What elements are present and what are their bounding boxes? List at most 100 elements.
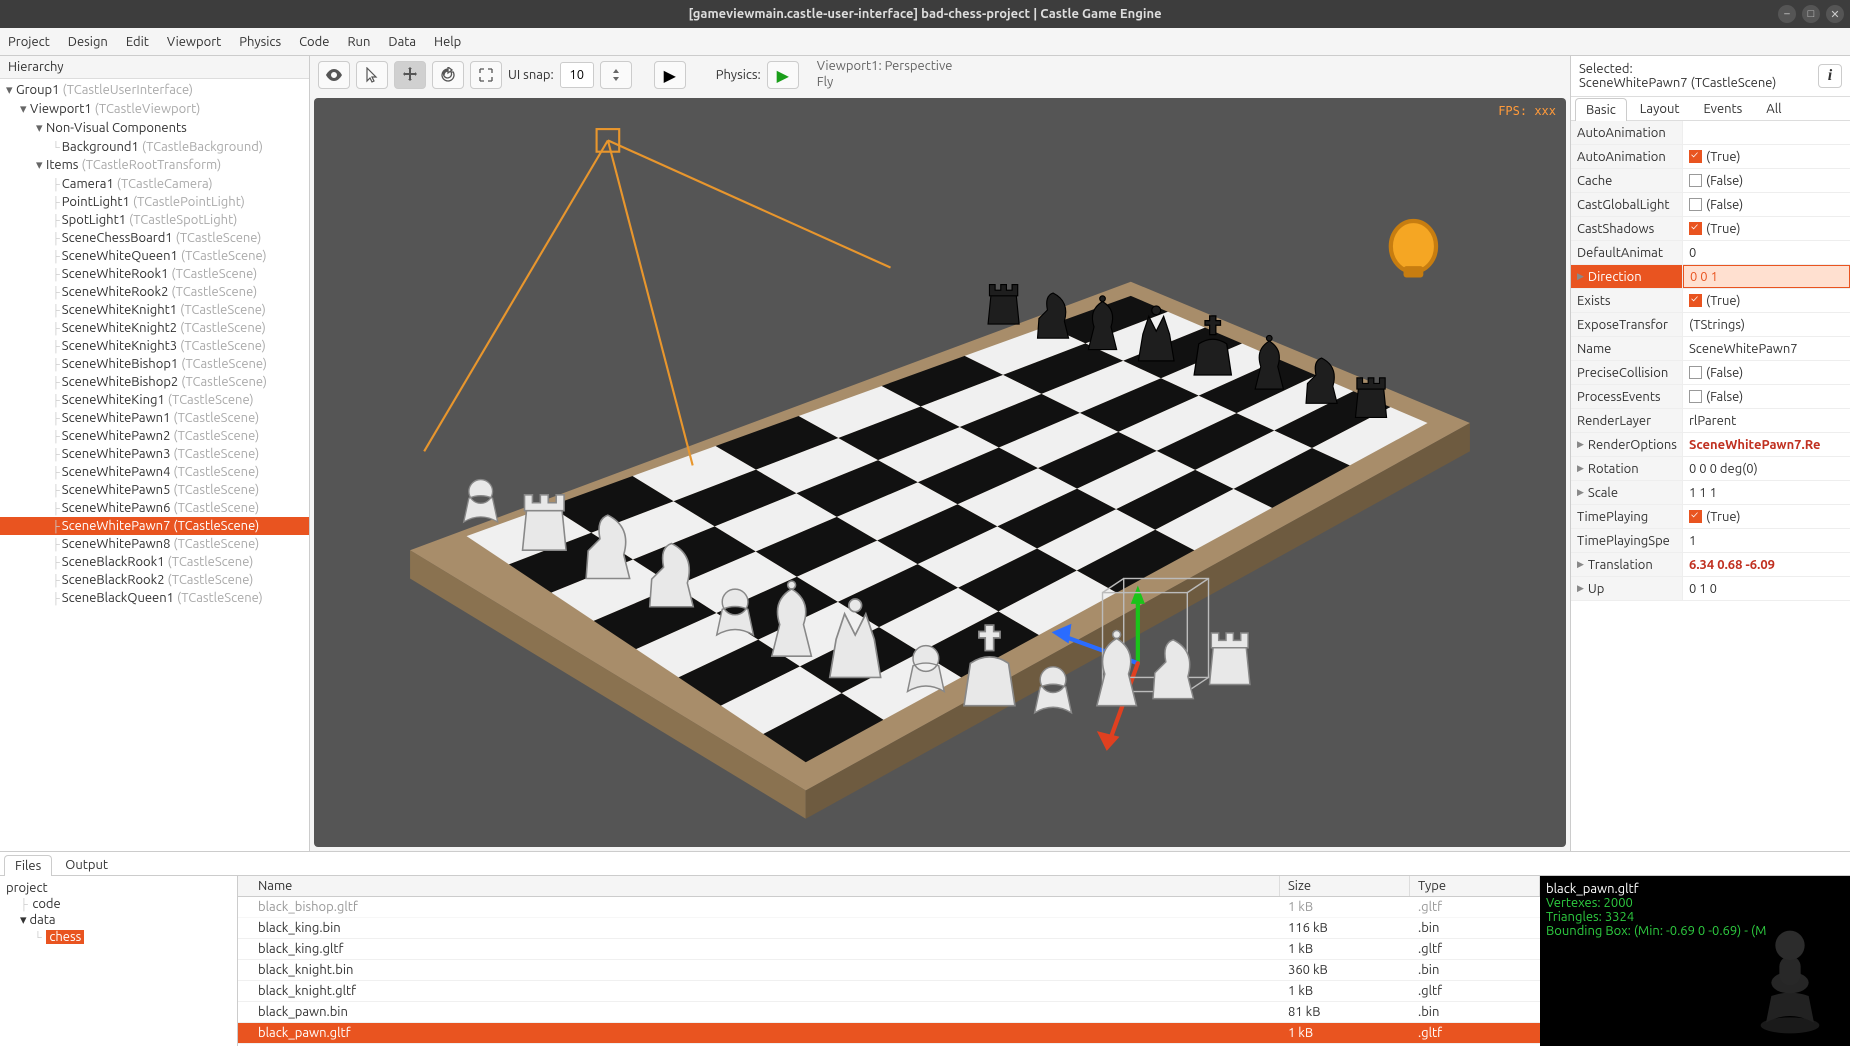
- prop-row[interactable]: NameSceneWhitePawn7: [1571, 337, 1850, 361]
- prop-row[interactable]: ExposeTransfor(TStrings): [1571, 313, 1850, 337]
- prop-row[interactable]: ▶Direction0 0 1: [1571, 265, 1850, 289]
- prop-row[interactable]: AutoAnimation (True): [1571, 145, 1850, 169]
- inspector-tab-basic[interactable]: Basic: [1575, 98, 1627, 121]
- checkbox-icon[interactable]: [1689, 294, 1702, 307]
- checkbox-icon[interactable]: [1689, 366, 1702, 379]
- menu-code[interactable]: Code: [299, 35, 329, 49]
- prop-row[interactable]: CastShadows (True): [1571, 217, 1850, 241]
- prop-row[interactable]: PreciseCollision (False): [1571, 361, 1850, 385]
- hierarchy-item[interactable]: ├SceneBlackRook1 (TCastleScene): [0, 553, 309, 571]
- hierarchy-item[interactable]: ▾Non-Visual Components: [0, 119, 309, 138]
- hierarchy-tree[interactable]: ▾Group1 (TCastleUserInterface)▾Viewport1…: [0, 79, 309, 851]
- play-button[interactable]: ▶: [654, 61, 686, 89]
- file-row[interactable]: black_pawn.bin81 kB.bin: [238, 1002, 1540, 1023]
- bottom-tab-output[interactable]: Output: [54, 854, 119, 875]
- hierarchy-item[interactable]: ├SceneWhiteKnight1 (TCastleScene): [0, 301, 309, 319]
- hierarchy-item[interactable]: ▾Group1 (TCastleUserInterface): [0, 81, 309, 100]
- info-icon[interactable]: i: [1818, 64, 1842, 88]
- prop-row[interactable]: Cache (False): [1571, 169, 1850, 193]
- checkbox-icon[interactable]: [1689, 174, 1702, 187]
- hierarchy-item[interactable]: ├SceneChessBoard1 (TCastleScene): [0, 229, 309, 247]
- file-row[interactable]: black_knight.bin360 kB.bin: [238, 960, 1540, 981]
- ui-snap-input[interactable]: [560, 62, 594, 88]
- file-row[interactable]: black_pawn.gltf1 kB.gltf: [238, 1023, 1540, 1044]
- scale-tool-icon[interactable]: [470, 61, 502, 89]
- hierarchy-item[interactable]: ├SceneWhiteQueen1 (TCastleScene): [0, 247, 309, 265]
- close-icon[interactable]: ✕: [1826, 5, 1844, 23]
- hierarchy-item[interactable]: ├SceneWhitePawn6 (TCastleScene): [0, 499, 309, 517]
- prop-row[interactable]: TimePlaying (True): [1571, 505, 1850, 529]
- viewport-3d[interactable]: FPS: xxx: [314, 98, 1566, 847]
- rotate-tool-icon[interactable]: [432, 61, 464, 89]
- checkbox-icon[interactable]: [1689, 510, 1702, 523]
- file-row[interactable]: black_bishop.gltf1 kB.gltf: [238, 897, 1540, 918]
- dir-item[interactable]: project: [4, 880, 233, 896]
- snap-stepper-icon[interactable]: [600, 61, 632, 89]
- prop-row[interactable]: ▶Up0 1 0: [1571, 577, 1850, 601]
- menu-run[interactable]: Run: [347, 35, 370, 49]
- hierarchy-item[interactable]: ├SceneWhitePawn7 (TCastleScene): [0, 517, 309, 535]
- hierarchy-item[interactable]: ├SceneWhitePawn4 (TCastleScene): [0, 463, 309, 481]
- hierarchy-item[interactable]: ├SceneWhiteRook1 (TCastleScene): [0, 265, 309, 283]
- inspector-tab-events[interactable]: Events: [1692, 97, 1753, 120]
- hierarchy-item[interactable]: ├SceneWhiteRook2 (TCastleScene): [0, 283, 309, 301]
- move-tool-icon[interactable]: [394, 61, 426, 89]
- prop-row[interactable]: AutoAnimation: [1571, 121, 1850, 145]
- prop-row[interactable]: TimePlayingSpe1: [1571, 529, 1850, 553]
- bottom-tab-files[interactable]: Files: [4, 855, 52, 876]
- file-row[interactable]: black_knight.gltf1 kB.gltf: [238, 981, 1540, 1002]
- prop-row[interactable]: DefaultAnimat0: [1571, 241, 1850, 265]
- hierarchy-item[interactable]: ├Camera1 (TCastleCamera): [0, 175, 309, 193]
- property-grid[interactable]: AutoAnimationAutoAnimation (True)Cache (…: [1571, 121, 1850, 851]
- col-type[interactable]: Type: [1410, 876, 1540, 896]
- hierarchy-item[interactable]: ├SceneWhitePawn5 (TCastleScene): [0, 481, 309, 499]
- prop-row[interactable]: ▶Scale1 1 1: [1571, 481, 1850, 505]
- checkbox-icon[interactable]: [1689, 390, 1702, 403]
- checkbox-icon[interactable]: [1689, 198, 1702, 211]
- prop-row[interactable]: RenderLayerrlParent: [1571, 409, 1850, 433]
- hierarchy-item[interactable]: ├SceneWhitePawn2 (TCastleScene): [0, 427, 309, 445]
- dir-item[interactable]: ▾ data: [4, 912, 233, 929]
- minimize-icon[interactable]: –: [1778, 5, 1796, 23]
- prop-row[interactable]: ProcessEvents (False): [1571, 385, 1850, 409]
- hierarchy-item[interactable]: └Background1 (TCastleBackground): [0, 138, 309, 156]
- prop-row[interactable]: ▶Rotation0 0 0 deg(0): [1571, 457, 1850, 481]
- cursor-icon[interactable]: [356, 61, 388, 89]
- hierarchy-item[interactable]: ├SceneWhiteBishop1 (TCastleScene): [0, 355, 309, 373]
- inspector-tab-all[interactable]: All: [1755, 97, 1792, 120]
- hierarchy-item[interactable]: ├SceneBlackQueen1 (TCastleScene): [0, 589, 309, 607]
- inspector-tab-layout[interactable]: Layout: [1629, 97, 1691, 120]
- hierarchy-item[interactable]: ├SceneWhiteKing1 (TCastleScene): [0, 391, 309, 409]
- file-row[interactable]: black_king.bin116 kB.bin: [238, 918, 1540, 939]
- hierarchy-item[interactable]: ├SceneWhitePawn1 (TCastleScene): [0, 409, 309, 427]
- checkbox-icon[interactable]: [1689, 150, 1702, 163]
- menu-project[interactable]: Project: [8, 35, 50, 49]
- file-row[interactable]: black_king.gltf1 kB.gltf: [238, 939, 1540, 960]
- hierarchy-item[interactable]: ├SceneBlackRook2 (TCastleScene): [0, 571, 309, 589]
- menu-physics[interactable]: Physics: [239, 35, 281, 49]
- hierarchy-item[interactable]: ├SceneWhiteKnight3 (TCastleScene): [0, 337, 309, 355]
- prop-row[interactable]: ▶Translation6.34 0.68 -6.09: [1571, 553, 1850, 577]
- dir-item[interactable]: ├ code: [4, 896, 233, 912]
- menu-help[interactable]: Help: [434, 35, 461, 49]
- menu-data[interactable]: Data: [388, 35, 416, 49]
- hierarchy-item[interactable]: ▾Viewport1 (TCastleViewport): [0, 100, 309, 119]
- hierarchy-item[interactable]: ├SceneWhitePawn8 (TCastleScene): [0, 535, 309, 553]
- hierarchy-item[interactable]: ├PointLight1 (TCastlePointLight): [0, 193, 309, 211]
- checkbox-icon[interactable]: [1689, 222, 1702, 235]
- hierarchy-item[interactable]: ├SpotLight1 (TCastleSpotLight): [0, 211, 309, 229]
- col-size[interactable]: Size: [1280, 876, 1410, 896]
- menu-design[interactable]: Design: [68, 35, 108, 49]
- prop-row[interactable]: CastGlobalLight (False): [1571, 193, 1850, 217]
- hierarchy-item[interactable]: ├SceneWhiteBishop2 (TCastleScene): [0, 373, 309, 391]
- hierarchy-item[interactable]: ├SceneWhiteKnight2 (TCastleScene): [0, 319, 309, 337]
- hierarchy-item[interactable]: ├SceneWhitePawn3 (TCastleScene): [0, 445, 309, 463]
- file-table[interactable]: Name Size Type black_bishop.gltf1 kB.glt…: [238, 876, 1540, 1046]
- prop-row[interactable]: ▶RenderOptionsSceneWhitePawn7.Re: [1571, 433, 1850, 457]
- maximize-icon[interactable]: □: [1802, 5, 1820, 23]
- physics-play-button[interactable]: ▶: [767, 61, 799, 89]
- dir-tree[interactable]: project├ code▾ data└ chess: [0, 876, 238, 1046]
- menu-edit[interactable]: Edit: [126, 35, 149, 49]
- menu-viewport[interactable]: Viewport: [167, 35, 221, 49]
- hierarchy-item[interactable]: ▾Items (TCastleRootTransform): [0, 156, 309, 175]
